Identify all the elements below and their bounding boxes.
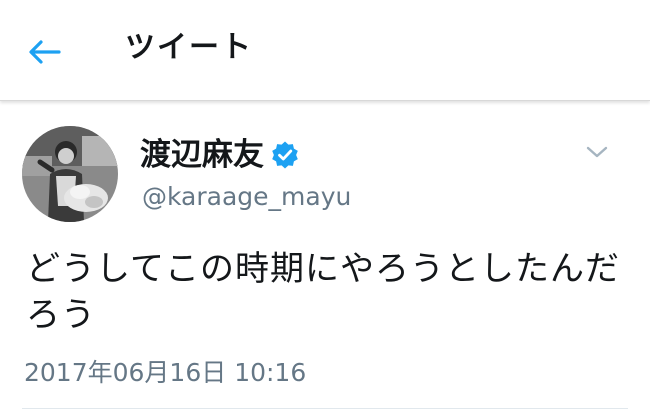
tweet-text: どうしてこの時期にやろうとしたんだろう: [26, 249, 620, 335]
avatar[interactable]: [22, 126, 118, 222]
author-name-row[interactable]: 渡辺麻友: [140, 134, 300, 176]
user-handle[interactable]: @karaage_mayu: [142, 180, 351, 214]
verified-badge-icon: [272, 141, 298, 169]
chevron-down-icon: [586, 146, 608, 158]
back-button[interactable]: [22, 32, 66, 72]
divider: [22, 408, 628, 409]
tweet-menu-button[interactable]: [580, 135, 614, 169]
page-title: ツイート: [125, 30, 253, 65]
tweet-timestamp: 2017年06月16日 10:16: [24, 358, 307, 387]
back-arrow-icon: [29, 40, 61, 64]
top-app-bar: ツイート: [0, 0, 650, 101]
display-name[interactable]: 渡辺麻友: [140, 134, 264, 176]
